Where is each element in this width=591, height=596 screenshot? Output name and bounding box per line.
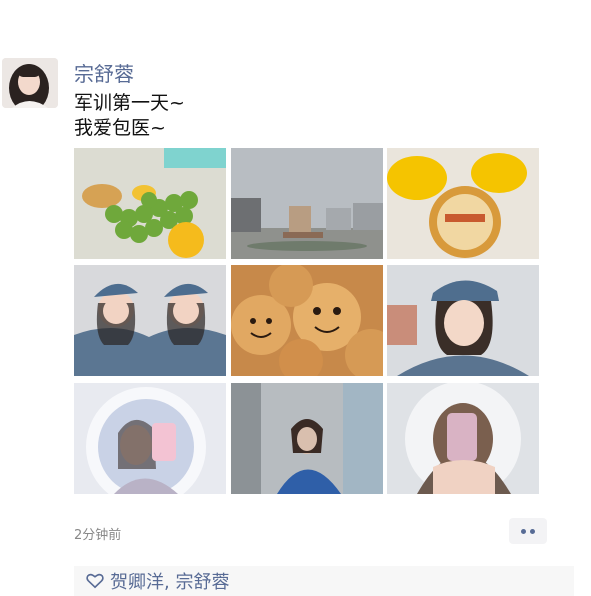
grid-photo-fruit[interactable] [74,148,226,259]
photo-grid [74,148,540,494]
post-line: 军训第一天~ [74,92,185,114]
grid-photo-girl-cap[interactable] [387,265,539,376]
heart-icon [86,573,104,589]
dot-icon [521,528,526,534]
author-name[interactable]: 宗舒蓉 [74,62,134,86]
post-text: 军训第一天~ 我爱包医~ [74,91,185,141]
grid-photo-ringlight[interactable] [74,383,226,494]
grid-photo-oranges-mooncake[interactable] [387,148,539,259]
more-actions-button[interactable] [509,518,547,544]
author-avatar[interactable] [2,58,58,108]
grid-photo-two-girls[interactable] [74,265,226,376]
grid-photo-mirror[interactable] [231,383,383,494]
post-timestamp: 2分钟前 [74,528,122,543]
likers-list[interactable]: 贺卿洋, 宗舒蓉 [110,568,229,594]
grid-photo-plaza[interactable] [231,148,383,259]
grid-photo-phone[interactable] [387,383,539,494]
grid-photo-mooncakes[interactable] [231,265,383,376]
likes-bar: 贺卿洋, 宗舒蓉 [74,566,574,596]
post-line: 我爱包医~ [74,117,166,139]
dot-icon [530,528,535,534]
